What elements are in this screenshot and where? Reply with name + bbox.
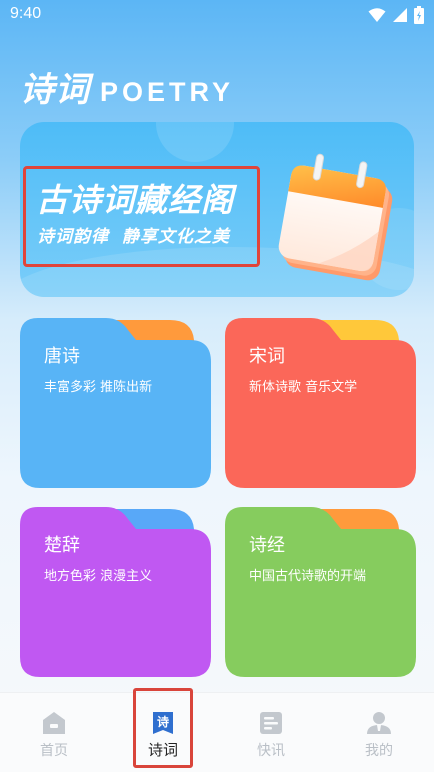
nav-item-profile[interactable]: 我的 — [339, 693, 419, 772]
calendar-icon — [278, 153, 393, 281]
category-card-songci[interactable]: 宋词 新体诗歌 音乐文学 — [225, 318, 416, 488]
page-title-en: POETRY — [100, 77, 235, 107]
wifi-icon — [368, 8, 386, 22]
page-title-cn: 诗词 — [20, 70, 90, 110]
banner-title: 古诗词藏经阁 — [36, 181, 235, 219]
nav-label-profile: 我的 — [365, 743, 393, 759]
category-desc: 地方色彩 浪漫主义 — [44, 569, 153, 584]
category-desc: 新体诗歌 音乐文学 — [249, 380, 358, 395]
page-title: 诗词 POETRY — [20, 62, 234, 111]
nav-item-home[interactable]: 首页 — [14, 693, 94, 772]
nav-highlight-frame — [133, 688, 193, 768]
status-time: 9:40 — [10, 5, 42, 22]
category-title: 唐诗 — [44, 346, 80, 367]
nav-label-news: 快讯 — [257, 743, 285, 759]
status-bar: 9:40 — [0, 0, 434, 30]
category-title: 宋词 — [249, 346, 285, 367]
user-icon — [367, 712, 391, 734]
hero-banner[interactable]: 古诗词藏经阁 诗词韵律 静享文化之美 — [20, 122, 414, 297]
nav-label-home: 首页 — [40, 743, 68, 759]
category-title: 诗经 — [249, 535, 285, 556]
category-desc: 中国古代诗歌的开端 — [249, 569, 367, 584]
home-icon — [43, 712, 65, 734]
banner-subtitle: 诗词韵律 静享文化之美 — [37, 227, 230, 247]
category-card-tangshi[interactable]: 唐诗 丰富多彩 推陈出新 — [20, 318, 211, 488]
category-title: 楚辞 — [44, 535, 80, 556]
signal-icon — [393, 8, 407, 22]
category-desc: 丰富多彩 推陈出新 — [44, 380, 153, 395]
banner-decoration — [156, 122, 234, 162]
category-card-shijing[interactable]: 诗经 中国古代诗歌的开端 — [225, 507, 416, 677]
status-icons — [368, 6, 424, 24]
battery-icon — [414, 6, 424, 24]
news-icon — [260, 712, 282, 734]
nav-item-news[interactable]: 快讯 — [231, 693, 311, 772]
bottom-nav: 首页 诗 诗词 快讯 我的 — [0, 692, 434, 772]
category-card-chuci[interactable]: 楚辞 地方色彩 浪漫主义 — [20, 507, 211, 677]
